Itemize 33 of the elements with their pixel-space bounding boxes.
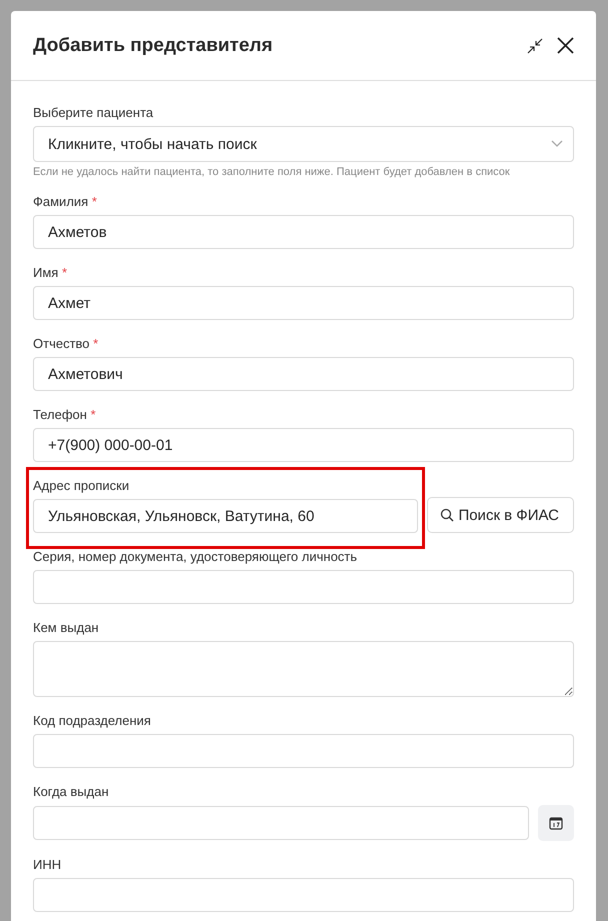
field-label: ИНН	[33, 857, 62, 872]
field-label: Кем выдан	[33, 620, 100, 635]
patient-select[interactable]: Кликните, чтобы начать поиск	[33, 126, 574, 162]
dialog-title: Добавить представителя	[33, 34, 274, 56]
text-field[interactable]: Ахметович	[33, 357, 574, 391]
field-label: Когда выдан	[33, 784, 110, 799]
search-icon	[440, 508, 454, 522]
field-label: Адрес прописки	[33, 478, 130, 493]
close-button[interactable]	[557, 37, 574, 54]
calendar-icon	[549, 816, 563, 830]
collapse-button[interactable]	[527, 38, 543, 54]
text-field[interactable]	[33, 734, 574, 768]
field-label: Отчество *	[33, 336, 100, 351]
text-area[interactable]	[33, 641, 574, 697]
text-field[interactable]: Ахмет	[33, 286, 574, 320]
fias-search-button[interactable]: Поиск в ФИАС	[427, 497, 574, 533]
collapse-arrows-icon	[527, 38, 543, 54]
field-label: Выберите пациента	[33, 105, 154, 120]
text-field[interactable]	[33, 878, 574, 912]
chevron-down-icon	[551, 140, 563, 148]
text-field[interactable]: +7(900) 000-00-01	[33, 428, 574, 462]
close-icon	[557, 37, 574, 54]
date-field[interactable]	[33, 806, 529, 840]
address-field[interactable]: Ульяновская, Ульяновск, Ватутина, 60	[33, 499, 418, 533]
field-label: Серия, номер документа, удостоверяющего личность	[33, 549, 358, 564]
field-label: Код подразделения	[33, 713, 152, 728]
field-label: Имя *	[33, 265, 68, 280]
calendar-button[interactable]	[538, 805, 574, 841]
field-label: Телефон *	[33, 407, 97, 422]
field-hint: Если не удалось найти пациента, то заполните поля ниже. Пациент будет добавлен в список	[33, 166, 511, 178]
text-field[interactable]: Ахметов	[33, 215, 574, 249]
text-field[interactable]	[33, 570, 574, 604]
field-label: Фамилия *	[33, 194, 98, 209]
